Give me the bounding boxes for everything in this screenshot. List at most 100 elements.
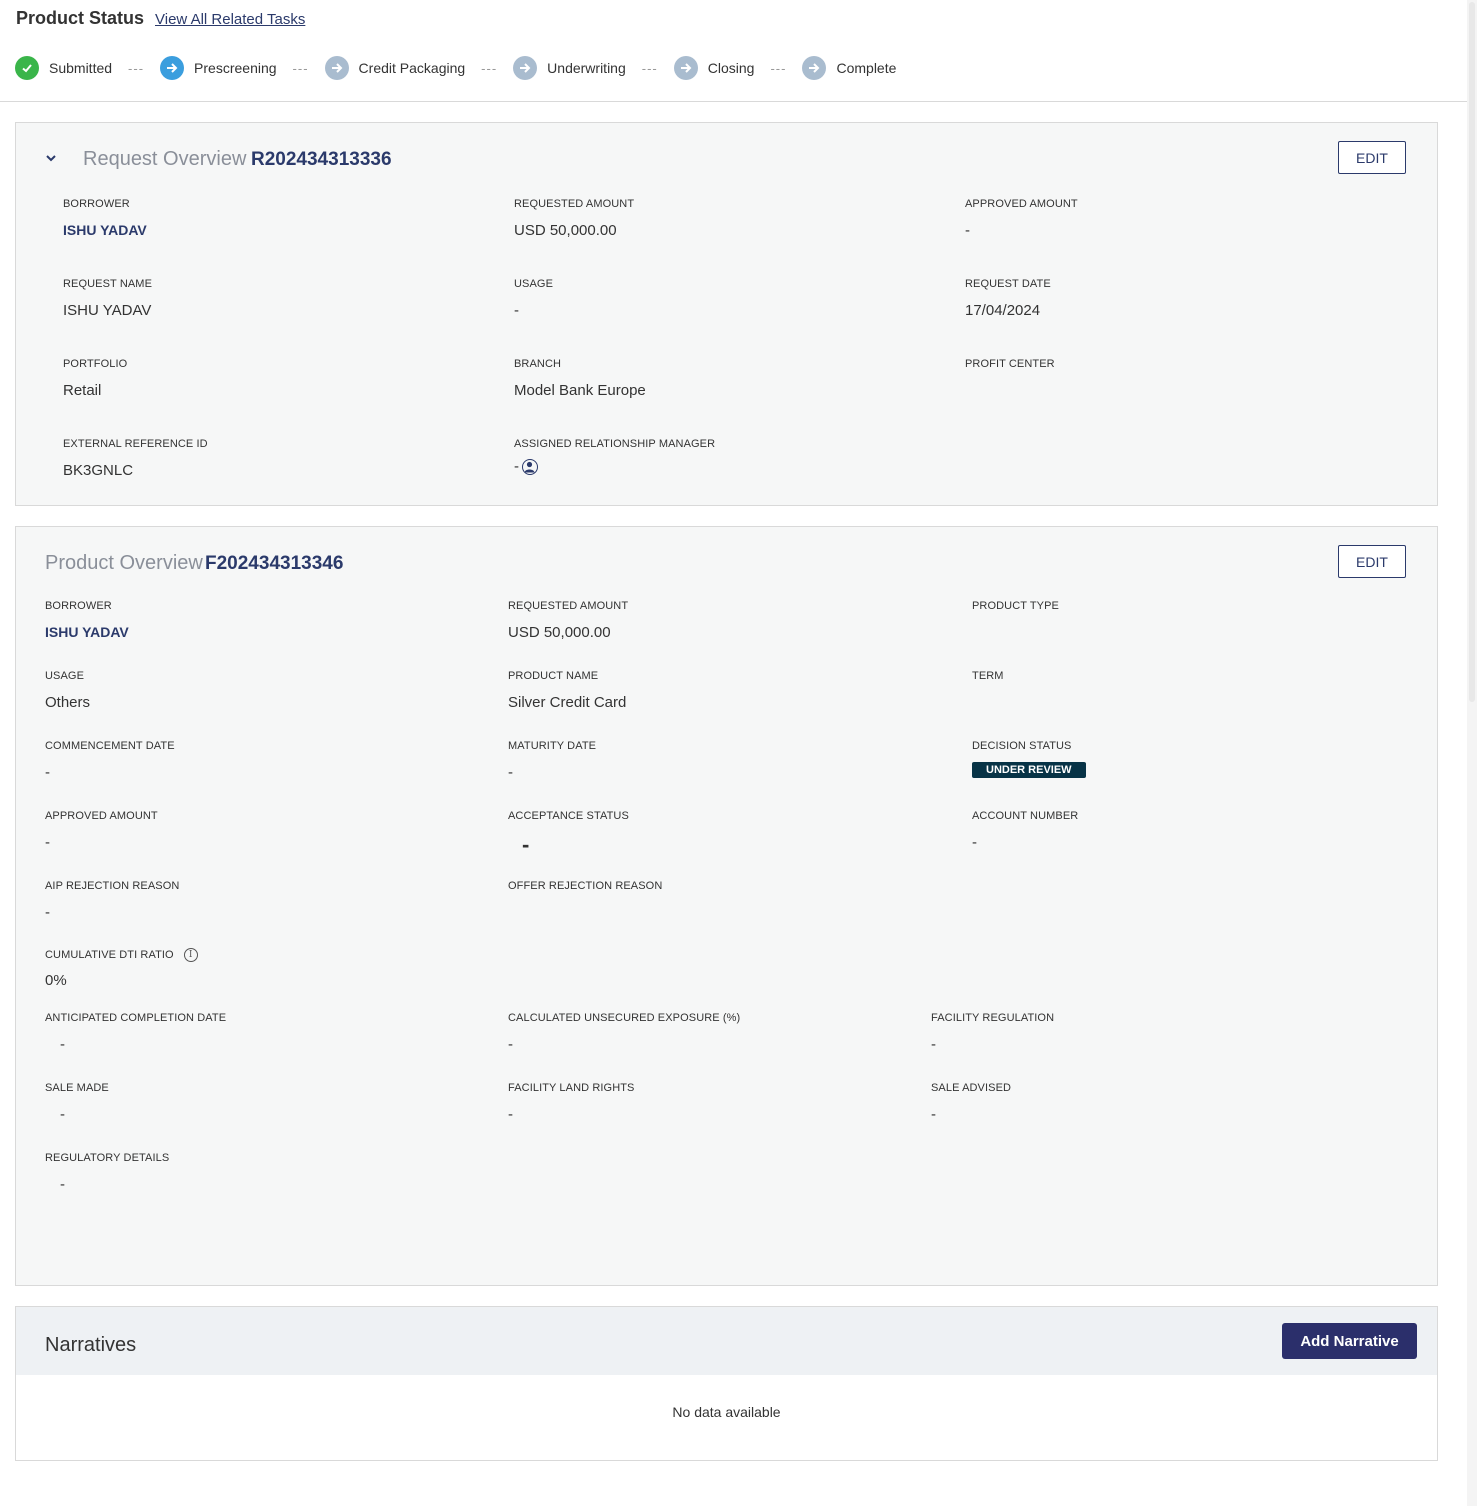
field-label: CUMULATIVE DTI RATIO xyxy=(45,948,174,961)
field-value: USD 50,000.00 xyxy=(514,222,617,239)
field-label: CALCULATED UNSECURED EXPOSURE (%) xyxy=(508,1012,741,1024)
arrow-right-icon xyxy=(673,56,698,80)
field-label: ANTICIPATED COMPLETION DATE xyxy=(45,1012,227,1024)
product-usage-field: USAGE Others xyxy=(45,670,90,711)
field-label: EXTERNAL REFERENCE ID xyxy=(63,438,208,450)
product-commencement-date-field: COMMENCEMENT DATE - xyxy=(45,740,175,781)
step-separator: --- xyxy=(292,60,309,76)
step-label: Underwriting xyxy=(547,60,626,76)
field-label: FACILITY LAND RIGHTS xyxy=(508,1082,635,1094)
narratives-header: Narratives Add Narrative xyxy=(16,1307,1437,1375)
request-assigned-rm-field: ASSIGNED RELATIONSHIP MANAGER - xyxy=(514,438,716,476)
field-label: COMMENCEMENT DATE xyxy=(45,740,175,752)
step-label: Closing xyxy=(707,60,755,76)
field-label: USAGE xyxy=(514,278,554,290)
field-value: - xyxy=(931,1106,936,1123)
field-value: Retail xyxy=(63,382,102,399)
field-label: PROFIT CENTER xyxy=(965,358,1055,370)
borrower-link[interactable]: ISHU YADAV xyxy=(63,222,147,238)
field-label: USAGE xyxy=(45,670,85,682)
product-anticipated-completion-date-field: ANTICIPATED COMPLETION DATE - xyxy=(45,1012,226,1053)
step-label: Complete xyxy=(836,60,897,76)
product-calculated-unsecured-exposure-field: CALCULATED UNSECURED EXPOSURE (%) - xyxy=(508,1012,740,1053)
request-edit-button[interactable]: EDIT xyxy=(1338,141,1406,174)
request-portfolio-field: PORTFOLIO Retail xyxy=(63,358,127,399)
field-value: - xyxy=(514,458,519,475)
step-label: Prescreening xyxy=(194,60,277,76)
product-sale-advised-field: SALE ADVISED - xyxy=(931,1082,1011,1123)
field-label: SALE MADE xyxy=(45,1082,109,1094)
step-closing: Closing xyxy=(673,56,755,80)
borrower-link[interactable]: ISHU YADAV xyxy=(45,624,129,640)
product-requested-amount-field: REQUESTED AMOUNT USD 50,000.00 xyxy=(508,600,628,641)
field-label-row: CUMULATIVE DTI RATIO i xyxy=(45,948,198,962)
chevron-down-icon[interactable] xyxy=(44,151,58,165)
narratives-title: Narratives xyxy=(45,1334,137,1356)
info-icon[interactable]: i xyxy=(183,948,198,962)
field-label: BRANCH xyxy=(514,358,562,370)
assigned-rm-value: - xyxy=(514,458,715,476)
arrow-right-icon xyxy=(324,56,349,80)
field-value: ISHU YADAV xyxy=(63,302,152,319)
field-label: REGULATORY DETAILS xyxy=(45,1152,170,1164)
field-value: - xyxy=(45,904,50,921)
product-cumulative-dti-field: CUMULATIVE DTI RATIO i 0% xyxy=(45,948,198,989)
field-value: - xyxy=(972,834,977,851)
field-value: - xyxy=(931,1036,936,1053)
field-value: - xyxy=(508,1106,513,1123)
product-maturity-date-field: MATURITY DATE - xyxy=(508,740,596,781)
field-value: USD 50,000.00 xyxy=(508,624,611,641)
page-scrollbar[interactable] xyxy=(1467,0,1477,1506)
field-label: REQUESTED AMOUNT xyxy=(514,198,635,210)
product-offer-rejection-reason-field: OFFER REJECTION REASON xyxy=(508,880,662,904)
step-complete: Complete xyxy=(802,56,896,80)
field-value: Others xyxy=(45,694,91,711)
field-value: - xyxy=(508,764,513,781)
product-edit-button[interactable]: EDIT xyxy=(1338,545,1406,578)
field-value: - xyxy=(60,1106,65,1123)
field-label: PORTFOLIO xyxy=(63,358,128,370)
field-value: - xyxy=(522,832,530,857)
field-value: - xyxy=(965,222,970,239)
field-label: APPROVED AMOUNT xyxy=(965,198,1078,210)
scrollbar-thumb[interactable] xyxy=(1469,2,1475,702)
product-decision-status-field: DECISION STATUS UNDER REVIEW xyxy=(972,740,1086,778)
view-all-related-tasks-link[interactable]: View All Related Tasks xyxy=(155,11,305,28)
product-id: F202434313346 xyxy=(205,553,344,574)
field-label: ACCEPTANCE STATUS xyxy=(508,810,629,822)
request-id: R202434313336 xyxy=(251,149,392,170)
add-narrative-button[interactable]: Add Narrative xyxy=(1282,1323,1417,1359)
product-sale-made-field: SALE MADE - xyxy=(45,1082,109,1123)
user-avatar-icon[interactable] xyxy=(522,459,538,476)
product-acceptance-status-field: ACCEPTANCE STATUS - xyxy=(508,810,629,858)
field-label: DECISION STATUS xyxy=(972,740,1072,752)
arrow-right-icon xyxy=(513,56,538,80)
step-separator: --- xyxy=(770,60,787,76)
request-branch-field: BRANCH Model Bank Europe xyxy=(514,358,646,399)
product-status-header: Product Status View All Related Tasks Su… xyxy=(0,0,1467,102)
request-external-reference-field: EXTERNAL REFERENCE ID BK3GNLC xyxy=(63,438,208,479)
step-submitted: Submitted xyxy=(15,56,112,80)
field-label: OFFER REJECTION REASON xyxy=(508,880,663,892)
step-separator: --- xyxy=(641,60,658,76)
product-approved-amount-field: APPROVED AMOUNT - xyxy=(45,810,158,851)
field-label: AIP REJECTION REASON xyxy=(45,880,180,892)
product-name-field: PRODUCT NAME Silver Credit Card xyxy=(508,670,626,711)
field-value: Silver Credit Card xyxy=(508,694,627,711)
field-label: ASSIGNED RELATIONSHIP MANAGER xyxy=(514,438,716,450)
field-value: BK3GNLC xyxy=(63,462,134,479)
step-label: Credit Packaging xyxy=(358,60,466,76)
field-label: APPROVED AMOUNT xyxy=(45,810,158,822)
field-value: - xyxy=(45,764,50,781)
product-regulatory-details-field: REGULATORY DETAILS - xyxy=(45,1152,169,1193)
product-term-field: TERM xyxy=(972,670,1004,694)
product-borrower-field: BORROWER ISHU YADAV xyxy=(45,600,129,640)
status-stepper: Submitted --- Prescreening --- Credit Pa… xyxy=(15,56,896,80)
step-label: Submitted xyxy=(49,60,113,76)
product-facility-regulation-field: FACILITY REGULATION - xyxy=(931,1012,1054,1053)
status-badge: UNDER REVIEW xyxy=(972,762,1086,778)
field-label: REQUEST DATE xyxy=(965,278,1051,290)
field-label: PRODUCT TYPE xyxy=(972,600,1059,612)
field-value: - xyxy=(45,834,50,851)
product-account-number-field: ACCOUNT NUMBER - xyxy=(972,810,1078,851)
